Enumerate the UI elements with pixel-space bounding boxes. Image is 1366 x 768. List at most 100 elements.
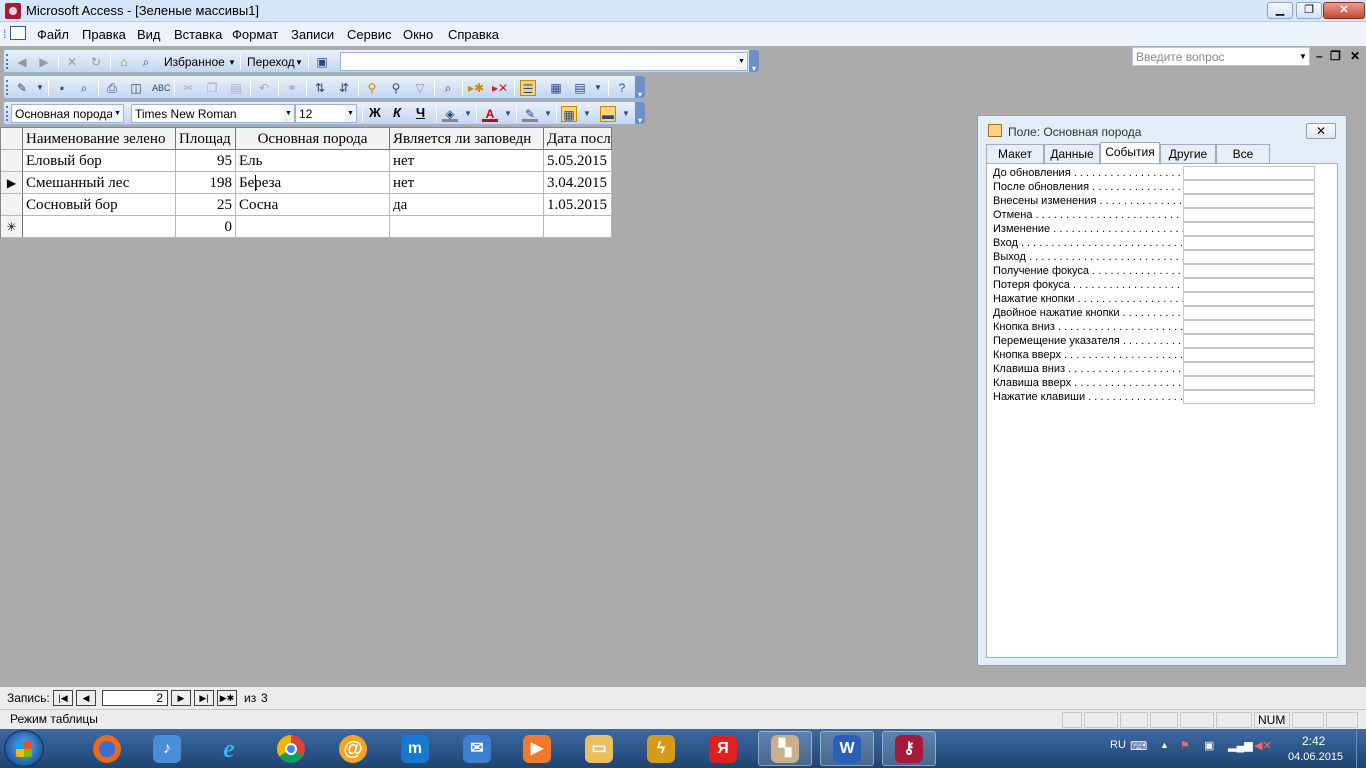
toolbar-grip[interactable] (6, 80, 9, 95)
filter-by-selection-icon[interactable]: ⚲ (364, 80, 380, 96)
new-object-icon[interactable]: ▤ (572, 80, 588, 96)
go-menu[interactable]: Переход (247, 55, 295, 69)
property-row[interactable]: Изменение (993, 222, 1315, 236)
device-icon[interactable]: ▣ (1204, 739, 1214, 752)
stop-icon[interactable]: ✕ (64, 54, 80, 70)
go-arrow-icon[interactable]: ▼ (295, 58, 303, 67)
toolbar-options-icon[interactable]: ▾ (749, 50, 759, 73)
back-icon[interactable]: ◀ (14, 54, 30, 70)
table-cell[interactable] (23, 216, 176, 238)
property-value[interactable] (1183, 250, 1315, 264)
toolbar-grip[interactable] (6, 106, 9, 121)
undo-icon[interactable]: ↶ (256, 80, 272, 96)
delete-record-icon[interactable]: ▸✕ (492, 80, 508, 96)
view-arrow-icon[interactable]: ▼ (32, 80, 48, 96)
taskbar-explorer[interactable]: ▭ (572, 731, 626, 766)
mdi-restore-button[interactable]: ❐ (1330, 49, 1341, 63)
tab-format[interactable]: Макет (986, 144, 1044, 164)
print-icon[interactable]: ⎙ (104, 80, 120, 96)
fill-color-arrow-icon[interactable]: ▼ (460, 106, 476, 122)
tab-other[interactable]: Другие (1160, 144, 1216, 164)
property-value[interactable] (1183, 320, 1315, 334)
font-color-icon[interactable]: A (482, 106, 498, 122)
menu-help[interactable]: Справка (448, 27, 499, 42)
toolbar-options-icon[interactable]: ▾ (635, 76, 645, 99)
property-row[interactable]: Двойное нажатие кнопки (993, 306, 1315, 320)
hyperlink-icon[interactable]: ⚭ (284, 80, 300, 96)
property-row[interactable]: Клавиша вниз (993, 362, 1315, 376)
start-button[interactable] (4, 730, 44, 767)
new-object-arrow-icon[interactable]: ▼ (590, 80, 606, 96)
table-cell[interactable] (236, 216, 390, 238)
keyboard-icon[interactable]: ⌨ (1130, 739, 1147, 753)
property-row[interactable]: Потеря фокуса (993, 278, 1315, 292)
property-row[interactable]: Кнопка вниз (993, 320, 1315, 334)
print-preview-icon[interactable]: ◫ (128, 80, 144, 96)
show-desktop-button[interactable] (1356, 729, 1366, 768)
property-value[interactable] (1183, 194, 1315, 208)
property-row[interactable]: Перемещение указателя (993, 334, 1315, 348)
help-icon[interactable]: ? (614, 80, 630, 96)
line-color-icon[interactable]: ✎ (522, 106, 538, 122)
property-value[interactable] (1183, 306, 1315, 320)
help-dropdown-arrow[interactable]: ▼ (1297, 47, 1309, 66)
property-value[interactable] (1183, 334, 1315, 348)
font-color-arrow-icon[interactable]: ▼ (500, 106, 516, 122)
property-value[interactable] (1183, 166, 1315, 180)
mdi-close-button[interactable]: ✕ (1350, 49, 1360, 63)
taskbar-mail[interactable]: ✉ (450, 731, 504, 766)
minimize-button[interactable]: ▁ (1267, 2, 1293, 19)
property-row[interactable]: Внесены изменения (993, 194, 1315, 208)
menu-insert[interactable]: Вставка (174, 27, 222, 42)
search-web-icon[interactable]: ⌕ (138, 54, 154, 70)
view-icon[interactable]: ✎ (14, 80, 30, 96)
taskbar-winamp[interactable]: ϟ (634, 731, 688, 766)
property-value[interactable] (1183, 278, 1315, 292)
record-number-input[interactable]: 2 (102, 690, 168, 706)
property-value[interactable] (1183, 390, 1315, 404)
current-record-indicator[interactable]: ▶ (1, 172, 23, 194)
property-row[interactable]: Нажатие кнопки (993, 292, 1315, 306)
address-arrow-icon[interactable]: ▼ (736, 53, 747, 70)
property-value[interactable] (1183, 362, 1315, 376)
cut-icon[interactable]: ✂ (180, 80, 196, 96)
find-icon[interactable]: ⌕ (440, 80, 456, 96)
property-value[interactable] (1183, 236, 1315, 250)
property-value[interactable] (1183, 292, 1315, 306)
special-effect-icon[interactable]: ▬ (600, 106, 616, 122)
taskbar-mahjong[interactable]: ▚ (758, 731, 812, 766)
taskbar-chrome[interactable] (264, 731, 318, 766)
menu-tools[interactable]: Сервис (347, 27, 392, 42)
mdi-minimize-button[interactable]: – (1316, 49, 1323, 63)
favorites-menu[interactable]: Избранное (164, 55, 225, 69)
column-header-reserve[interactable]: Является ли заповедн (390, 128, 544, 150)
table-cell[interactable]: 3.04.2015 (544, 172, 612, 194)
menu-records[interactable]: Записи (291, 27, 334, 42)
language-indicator[interactable]: RU (1110, 739, 1126, 751)
property-value[interactable] (1183, 348, 1315, 362)
network-signal-icon[interactable]: ▂▄▆ (1228, 739, 1253, 752)
object-combo-arrow-icon[interactable]: ▼ (112, 105, 123, 122)
taskbar-access[interactable]: ⚷ (882, 731, 936, 766)
property-row[interactable]: Получение фокуса (993, 264, 1315, 278)
database-window-icon[interactable]: ▦ (548, 80, 564, 96)
taskbar-firefox[interactable] (80, 731, 134, 766)
close-button[interactable]: ✕ (1323, 2, 1365, 19)
paste-icon[interactable]: ▤ (228, 80, 244, 96)
menu-window[interactable]: Окно (403, 27, 433, 42)
gridlines-arrow-icon[interactable]: ▼ (579, 106, 595, 122)
help-question-input[interactable]: Введите вопрос (1132, 47, 1310, 66)
file-search-icon[interactable]: ⌕ (76, 80, 92, 96)
table-cell[interactable]: 0 (176, 216, 236, 238)
fill-color-icon[interactable]: ◈ (442, 106, 458, 122)
volume-muted-icon[interactable]: ◀✕ (1254, 739, 1272, 752)
access-key-icon[interactable] (5, 3, 21, 19)
tab-data[interactable]: Данные (1044, 144, 1100, 164)
table-cell[interactable]: 1.05.2015 (544, 194, 612, 216)
column-header-area[interactable]: Площад (176, 128, 236, 150)
menu-view[interactable]: Вид (137, 27, 161, 42)
taskbar-sound[interactable]: ♪ (140, 731, 194, 766)
menu-file[interactable]: Файл (37, 27, 69, 42)
object-combo[interactable]: Основная порода ▼ (11, 104, 124, 123)
address-combo[interactable]: ▼ (340, 52, 748, 71)
